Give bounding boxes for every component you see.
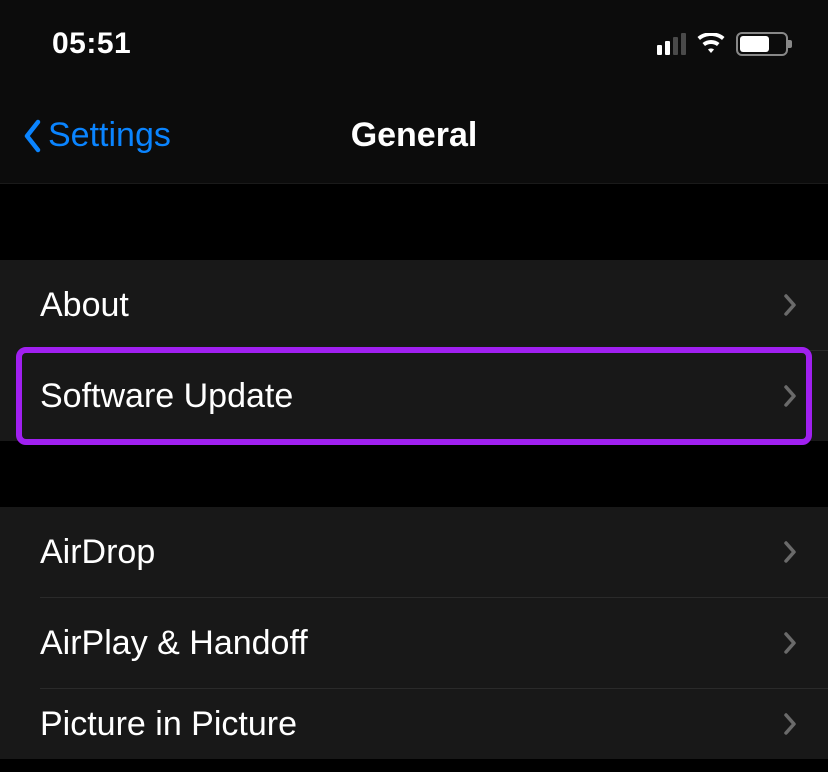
row-airdrop[interactable]: AirDrop: [0, 507, 828, 597]
settings-section-1: About Software Update: [0, 260, 828, 441]
chevron-right-icon: [780, 628, 800, 658]
wifi-icon: [696, 33, 726, 55]
content: About Software Update AirDrop: [0, 184, 828, 759]
page-title: General: [351, 116, 478, 155]
row-label: Software Update: [40, 377, 780, 416]
row-about[interactable]: About: [0, 260, 828, 350]
battery-icon: [736, 32, 788, 56]
back-button[interactable]: Settings: [20, 116, 171, 156]
status-time: 05:51: [52, 27, 131, 61]
status-bar: 05:51: [0, 0, 828, 88]
nav-bar: Settings General: [0, 88, 828, 184]
chevron-right-icon: [780, 537, 800, 567]
section-spacer: [0, 184, 828, 260]
section-spacer: [0, 441, 828, 507]
row-label: About: [40, 286, 780, 325]
cellular-signal-icon: [657, 33, 686, 55]
highlight-annotation: Software Update: [0, 351, 828, 441]
row-label: AirPlay & Handoff: [40, 624, 780, 663]
row-label: Picture in Picture: [40, 705, 780, 744]
settings-section-2: AirDrop AirPlay & Handoff Picture in Pic…: [0, 507, 828, 759]
row-picture-in-picture[interactable]: Picture in Picture: [0, 689, 828, 759]
row-label: AirDrop: [40, 533, 780, 572]
status-indicators: [657, 32, 788, 56]
row-software-update[interactable]: Software Update: [0, 351, 828, 441]
chevron-right-icon: [780, 709, 800, 739]
back-label: Settings: [48, 116, 171, 155]
row-airplay-handoff[interactable]: AirPlay & Handoff: [0, 598, 828, 688]
chevron-right-icon: [780, 381, 800, 411]
chevron-left-icon: [20, 116, 44, 156]
chevron-right-icon: [780, 290, 800, 320]
